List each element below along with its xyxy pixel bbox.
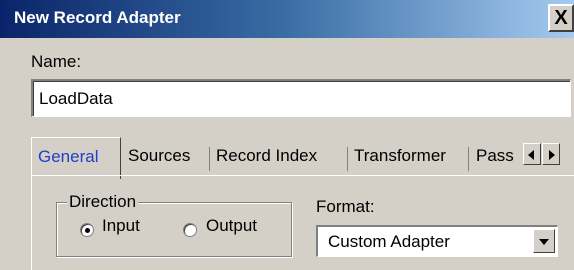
tab-separator xyxy=(468,147,469,171)
name-label: Name: xyxy=(31,52,82,71)
chevron-down-icon xyxy=(539,239,549,245)
direction-legend: Direction xyxy=(67,192,139,212)
radio-selected-dot xyxy=(85,228,90,233)
tab-separator xyxy=(209,147,210,171)
format-selected-value: Custom Adapter xyxy=(328,232,450,251)
tab-sources[interactable]: Sources xyxy=(128,141,208,175)
tab-general[interactable]: General xyxy=(31,137,121,179)
output-radio-label[interactable]: Output xyxy=(206,216,257,236)
tab-separator xyxy=(347,147,348,171)
tab-transformer[interactable]: Transformer xyxy=(354,141,464,175)
tab-record-index[interactable]: Record Index xyxy=(216,141,341,175)
tab-scroll-left-button[interactable] xyxy=(523,143,541,165)
arrow-left-icon xyxy=(528,150,534,160)
close-icon: X xyxy=(554,6,568,29)
arrow-right-icon xyxy=(549,150,555,160)
name-input[interactable] xyxy=(31,79,571,117)
input-radio-label[interactable]: Input xyxy=(102,216,140,236)
input-radio[interactable] xyxy=(80,223,94,237)
tab-strip: General Sources Record Index Transformer… xyxy=(31,137,574,179)
title-bar: New Record Adapter X xyxy=(0,0,574,38)
output-radio[interactable] xyxy=(183,223,197,237)
format-label: Format: xyxy=(316,197,375,216)
window-title: New Record Adapter xyxy=(14,8,181,27)
format-dropdown-button[interactable] xyxy=(533,229,555,253)
tab-pass[interactable]: Pass xyxy=(476,141,524,175)
tab-scroll-right-button[interactable] xyxy=(542,143,560,165)
close-button[interactable]: X xyxy=(548,4,574,32)
format-select[interactable]: Custom Adapter xyxy=(316,225,558,257)
